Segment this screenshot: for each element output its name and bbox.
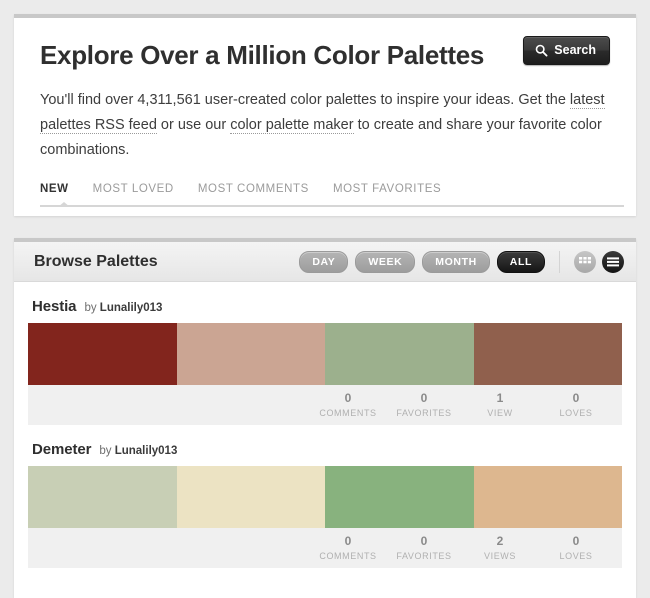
author-name[interactable]: Lunalily013 xyxy=(115,445,178,457)
stat-label: VIEW xyxy=(487,407,513,418)
time-range-filter: DAY WEEK MONTH ALL xyxy=(299,250,545,273)
stat-comments: 0 COMMENTS xyxy=(310,392,386,419)
stat-label: LOVES xyxy=(559,407,593,418)
hero-description-part2: or use our xyxy=(156,117,231,133)
stat-value: 0 xyxy=(344,390,352,405)
color-swatch[interactable] xyxy=(28,323,177,385)
stat-value: 0 xyxy=(420,533,428,548)
stat-value: 2 xyxy=(496,533,504,548)
browse-panel: Browse Palettes DAY WEEK MONTH ALL Hesti… xyxy=(14,238,636,598)
palette-author: by Lunalily013 xyxy=(99,445,177,457)
author-name[interactable]: Lunalily013 xyxy=(100,302,163,314)
stat-value: 1 xyxy=(496,390,504,405)
browse-header: Browse Palettes DAY WEEK MONTH ALL xyxy=(14,242,636,282)
palette-header: Hestia by Lunalily013 xyxy=(28,298,622,323)
grid-view-icon xyxy=(579,256,591,267)
stat-value: 0 xyxy=(572,533,580,548)
stat-label: COMMENTS xyxy=(319,550,377,561)
view-toggle-group xyxy=(559,250,624,273)
hero-header: Explore Over a Million Color Palettes Se… xyxy=(40,36,610,70)
color-swatch[interactable] xyxy=(28,466,177,528)
sort-tabs: NEW MOST LOVED MOST COMMENTS MOST FAVORI… xyxy=(40,183,624,207)
hero-description: You'll find over 4,311,561 user-created … xyxy=(40,88,610,163)
palette-stats: 0 COMMENTS 0 FAVORITES 2 VIEWS 0 LOVES xyxy=(28,528,622,568)
stat-label: FAVORITES xyxy=(396,550,452,561)
search-button-label: Search xyxy=(554,43,596,58)
by-prefix: by xyxy=(99,445,112,457)
range-day-button[interactable]: DAY xyxy=(299,250,349,273)
tab-most-comments[interactable]: MOST COMMENTS xyxy=(198,183,333,195)
grid-view-button[interactable] xyxy=(574,250,596,273)
hero-description-part1: You'll find over 4,311,561 user-created … xyxy=(40,92,570,108)
browse-title: Browse Palettes xyxy=(34,252,158,270)
color-swatch[interactable] xyxy=(176,323,325,385)
palette-maker-link[interactable]: color palette maker xyxy=(230,117,354,134)
range-week-button[interactable]: WEEK xyxy=(355,250,416,273)
color-swatch[interactable] xyxy=(176,466,325,528)
stat-views: 2 VIEWS xyxy=(462,535,538,562)
palette-author: by Lunalily013 xyxy=(84,302,162,314)
range-all-button[interactable]: ALL xyxy=(496,250,545,273)
stat-label: COMMENTS xyxy=(319,407,377,418)
by-prefix: by xyxy=(84,302,97,314)
stat-label: LOVES xyxy=(559,550,593,561)
search-button[interactable]: Search xyxy=(523,36,610,65)
palette-swatches xyxy=(28,323,622,385)
tab-new[interactable]: NEW xyxy=(40,183,93,195)
palette-name[interactable]: Demeter xyxy=(32,441,91,458)
tab-active-arrow-icon xyxy=(58,202,70,207)
list-item[interactable]: Demeter by Lunalily013 0 COMMENTS 0 FAVO… xyxy=(28,441,622,568)
stat-favorites: 0 FAVORITES xyxy=(386,392,462,419)
palette-stats: 0 COMMENTS 0 FAVORITES 1 VIEW 0 LOVES xyxy=(28,385,622,425)
palette-header: Demeter by Lunalily013 xyxy=(28,441,622,466)
palette-swatches xyxy=(28,466,622,528)
stat-label: FAVORITES xyxy=(396,407,452,418)
color-swatch[interactable] xyxy=(473,323,622,385)
page-root: Explore Over a Million Color Palettes Se… xyxy=(0,14,650,598)
stat-value: 0 xyxy=(344,533,352,548)
stat-loves: 0 LOVES xyxy=(538,535,614,562)
stat-label: VIEWS xyxy=(483,550,516,561)
tab-underline xyxy=(40,205,624,207)
stat-value: 0 xyxy=(572,390,580,405)
color-swatch[interactable] xyxy=(473,466,622,528)
palette-name[interactable]: Hestia xyxy=(32,298,77,315)
stat-value: 0 xyxy=(420,390,428,405)
search-icon xyxy=(535,44,548,57)
range-month-button[interactable]: MONTH xyxy=(422,250,490,273)
stat-favorites: 0 FAVORITES xyxy=(386,535,462,562)
tab-most-favorites[interactable]: MOST FAVORITES xyxy=(333,183,465,195)
stat-views: 1 VIEW xyxy=(462,392,538,419)
list-item[interactable]: Hestia by Lunalily013 0 COMMENTS 0 FAVOR… xyxy=(28,298,622,425)
color-swatch[interactable] xyxy=(325,466,474,528)
tab-most-loved[interactable]: MOST LOVED xyxy=(93,183,198,195)
list-view-icon xyxy=(607,256,619,267)
hero-panel: Explore Over a Million Color Palettes Se… xyxy=(14,14,636,216)
stat-comments: 0 COMMENTS xyxy=(310,535,386,562)
stat-loves: 0 LOVES xyxy=(538,392,614,419)
palette-list: Hestia by Lunalily013 0 COMMENTS 0 FAVOR… xyxy=(14,282,636,598)
color-swatch[interactable] xyxy=(325,323,474,385)
list-view-button[interactable] xyxy=(602,250,624,273)
